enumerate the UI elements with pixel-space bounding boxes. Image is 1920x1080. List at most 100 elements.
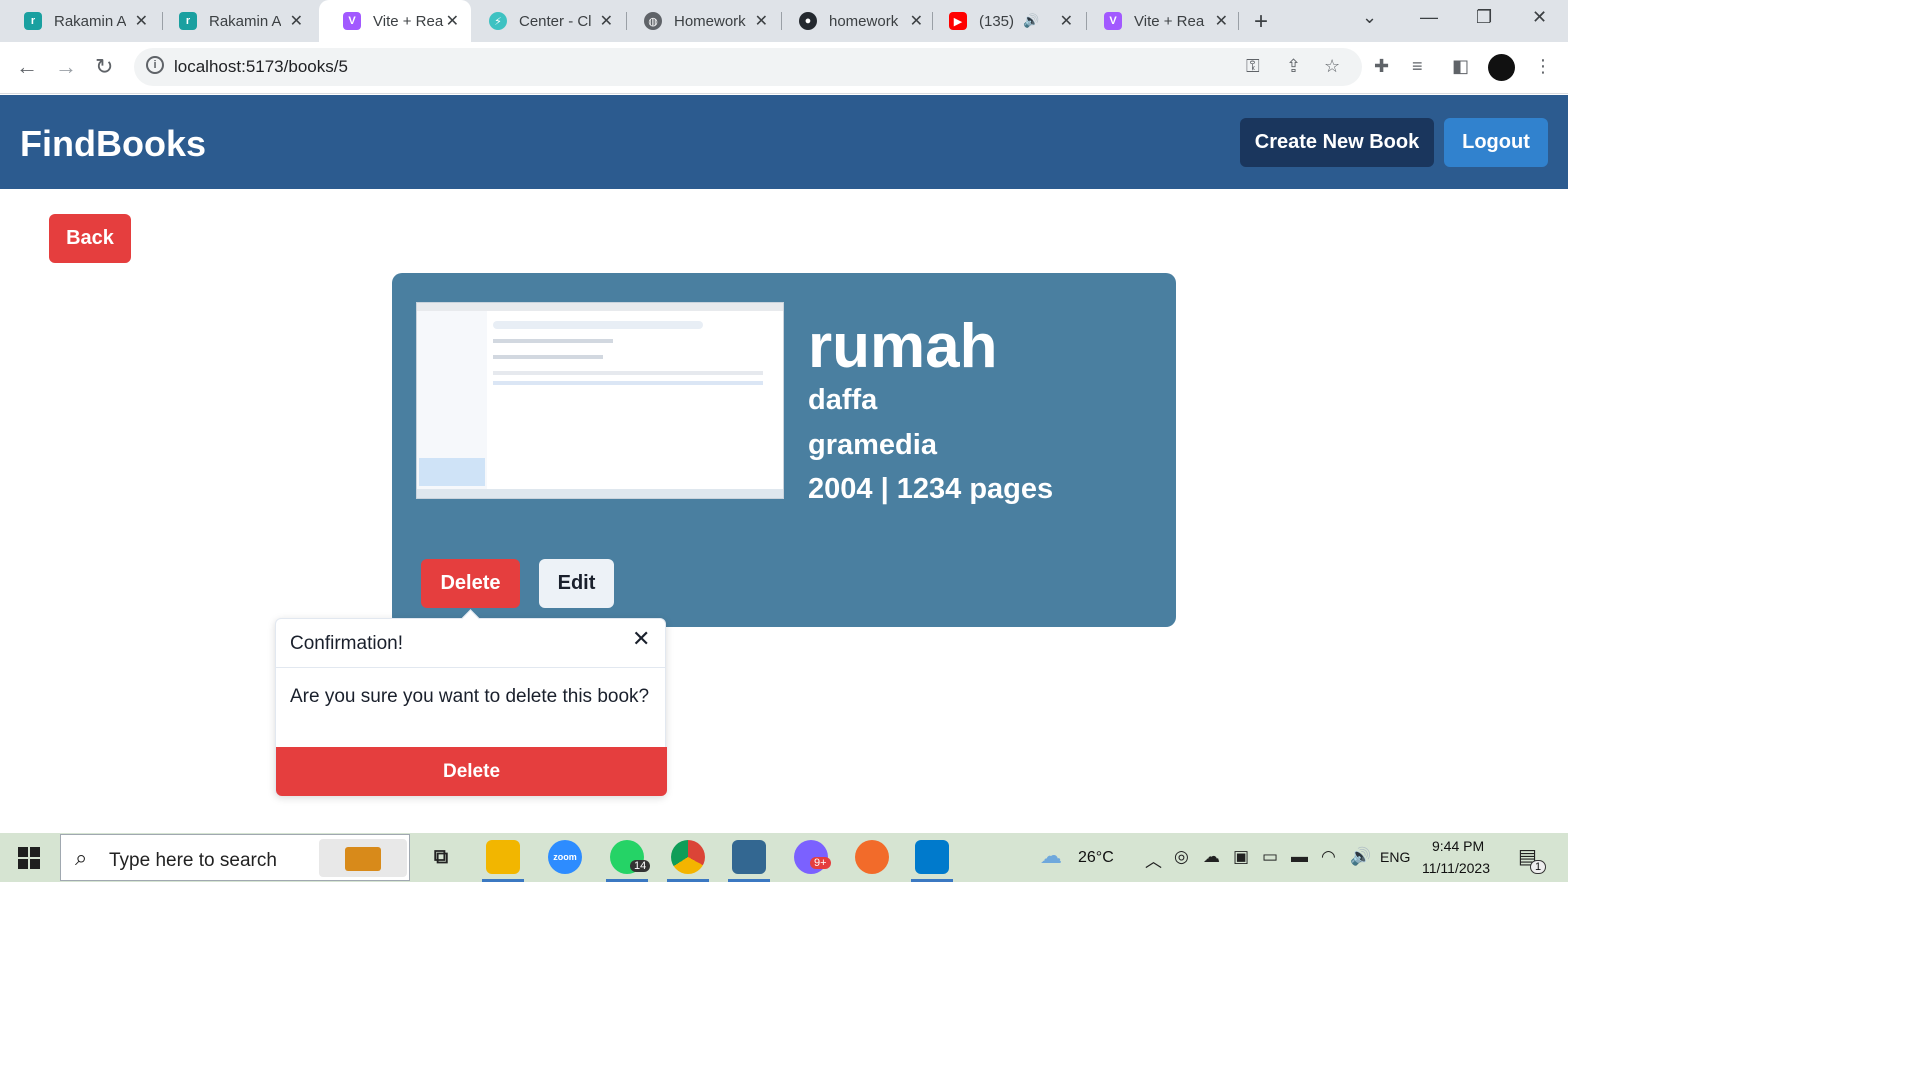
logout-button[interactable]: Logout [1444, 118, 1548, 167]
app-active-indicator [911, 879, 953, 882]
close-icon[interactable]: ✕ [600, 11, 613, 31]
share-icon[interactable]: ⇪ [1286, 56, 1301, 77]
volume-icon[interactable]: 🔊 [1350, 847, 1371, 867]
weather-icon[interactable]: ☁ [1040, 843, 1062, 869]
task-view-icon[interactable]: ⧉ [424, 840, 458, 874]
cover-row [493, 371, 763, 375]
browser-toolbar: ← → ↻ i localhost:5173/books/5 ⚿ ⇪ ☆ ✚ ≡… [0, 42, 1568, 94]
window-close-icon[interactable]: ✕ [1532, 7, 1547, 28]
cover-row [493, 355, 603, 359]
close-icon[interactable]: ✕ [1060, 11, 1073, 31]
cover-search-row [493, 321, 703, 329]
tab-separator [1238, 12, 1239, 30]
tab-search-icon[interactable]: ⌄ [1362, 7, 1377, 28]
browser-tab-5[interactable]: ◍ Homework ✕ [620, 0, 780, 42]
zoom-icon[interactable]: zoom [548, 840, 582, 874]
color-wheel-icon[interactable]: ◎ [1174, 847, 1189, 867]
camera-icon[interactable]: ▣ [1233, 847, 1249, 867]
windows-start-icon[interactable] [18, 847, 40, 869]
forward-arrow-icon[interactable]: → [55, 54, 77, 80]
browser-tab-3-active[interactable]: V Vite + Rea ✕ [319, 0, 471, 42]
site-info-icon[interactable]: i [146, 56, 164, 74]
extensions-icon[interactable]: ✚ [1374, 56, 1389, 77]
cover-row [493, 339, 613, 343]
app-header: FindBooks Create New Book Logout [0, 95, 1568, 189]
browser-tab-1[interactable]: r Rakamin A ✕ [0, 0, 160, 42]
browser-tab-4[interactable]: ⚡ Center - Cl ✕ [465, 0, 625, 42]
search-placeholder[interactable]: Type here to search [109, 850, 277, 872]
popover-header: Confirmation! ✕ [276, 619, 665, 668]
chevron-up-icon[interactable]: ︿ [1145, 847, 1162, 872]
browser-tab-2[interactable]: r Rakamin A ✕ [155, 0, 315, 42]
clock-date[interactable]: 11/11/2023 [1422, 860, 1490, 876]
taskbar-search-box[interactable]: ⌕ Type here to search [60, 834, 410, 881]
close-icon[interactable]: ✕ [1215, 11, 1228, 31]
postman-icon[interactable] [855, 840, 889, 874]
key-icon[interactable]: ⚿ [1246, 56, 1260, 77]
windows-taskbar: ⌕ Type here to search ⧉ zoom 14 9+ ☁ 26°… [0, 833, 1568, 882]
youtube-icon: ▶ [949, 12, 967, 30]
tab-label: (135) ( [979, 12, 1019, 30]
profile-avatar[interactable] [1488, 54, 1515, 81]
reload-icon[interactable]: ↻ [95, 54, 113, 80]
browser-tab-7[interactable]: ▶ (135) ( 🔊 ✕ [925, 0, 1085, 42]
globe-icon: ◍ [644, 12, 662, 30]
browser-tab-strip: r Rakamin A ✕ r Rakamin A ✕ V Vite + Rea… [0, 0, 1568, 42]
speaker-icon[interactable]: 🔊 [1023, 13, 1039, 29]
tab-label: Vite + Rea [1134, 12, 1205, 30]
delete-button[interactable]: Delete [421, 559, 520, 608]
close-icon[interactable]: ✕ [910, 11, 923, 31]
create-new-book-button[interactable]: Create New Book [1240, 118, 1434, 167]
cover-row [493, 381, 763, 385]
edit-button[interactable]: Edit [539, 559, 614, 608]
clock-time[interactable]: 9:44 PM [1432, 838, 1484, 854]
browser-tab-6[interactable]: ● homework ✕ [775, 0, 935, 42]
language-indicator[interactable]: ENG [1380, 849, 1410, 865]
url-text[interactable]: localhost:5173/books/5 [174, 57, 348, 77]
vite-icon: V [343, 12, 361, 30]
weather-temp[interactable]: 26°C [1078, 849, 1114, 867]
cover-browser-bar [417, 303, 783, 311]
browser-tab-8[interactable]: V Vite + Rea ✕ [1080, 0, 1240, 42]
back-arrow-icon[interactable]: ← [16, 54, 38, 80]
tab-label: homework [829, 12, 899, 30]
cover-popup [419, 458, 485, 486]
book-detail-card: rumah daffa gramedia 2004 | 1234 pages D… [392, 273, 1176, 627]
restore-icon[interactable]: ❐ [1476, 7, 1492, 28]
file-explorer-icon[interactable] [486, 840, 520, 874]
close-icon[interactable]: ✕ [632, 627, 650, 652]
rakamin-icon: r [179, 12, 197, 30]
close-icon[interactable]: ✕ [755, 11, 768, 31]
battery-icon[interactable]: ▬ [1291, 847, 1308, 867]
confirm-delete-button[interactable]: Delete [276, 747, 667, 796]
book-cover-image [416, 302, 784, 499]
close-icon[interactable]: ✕ [446, 11, 459, 31]
display-icon[interactable]: ▭ [1262, 847, 1278, 867]
github-icon: ● [799, 12, 817, 30]
book-year-pages: 2004 | 1234 pages [808, 473, 1054, 505]
chrome-icon[interactable] [671, 840, 705, 874]
cloud-icon[interactable]: ☁ [1203, 847, 1220, 867]
new-tab-button[interactable]: + [1254, 8, 1268, 36]
app-active-indicator [667, 879, 709, 882]
close-icon[interactable]: ✕ [290, 11, 303, 31]
minimize-icon[interactable]: — [1420, 7, 1438, 28]
menu-kebab-icon[interactable]: ⋮ [1534, 56, 1552, 77]
postgresql-icon[interactable] [732, 840, 766, 874]
book-title: rumah [808, 312, 998, 381]
close-icon[interactable]: ✕ [135, 11, 148, 31]
media-icon[interactable]: ≡ [1412, 56, 1423, 77]
vscode-icon[interactable] [915, 840, 949, 874]
wifi-icon[interactable]: ◠ [1321, 847, 1336, 867]
tab-label: Center - Cl [519, 12, 591, 30]
tab-label: Rakamin A [209, 12, 281, 30]
popover-message: Are you sure you want to delete this boo… [290, 686, 650, 707]
bookmark-star-icon[interactable]: ☆ [1324, 56, 1340, 77]
search-icon: ⌕ [75, 845, 88, 870]
address-bar[interactable]: i localhost:5173/books/5 ⚿ ⇪ ☆ [134, 48, 1362, 86]
back-button[interactable]: Back [49, 214, 131, 263]
side-panel-icon[interactable]: ◧ [1452, 56, 1469, 77]
briefcase-icon[interactable] [319, 839, 407, 877]
app-active-indicator [728, 879, 770, 882]
brand-logo[interactable]: FindBooks [20, 123, 206, 165]
